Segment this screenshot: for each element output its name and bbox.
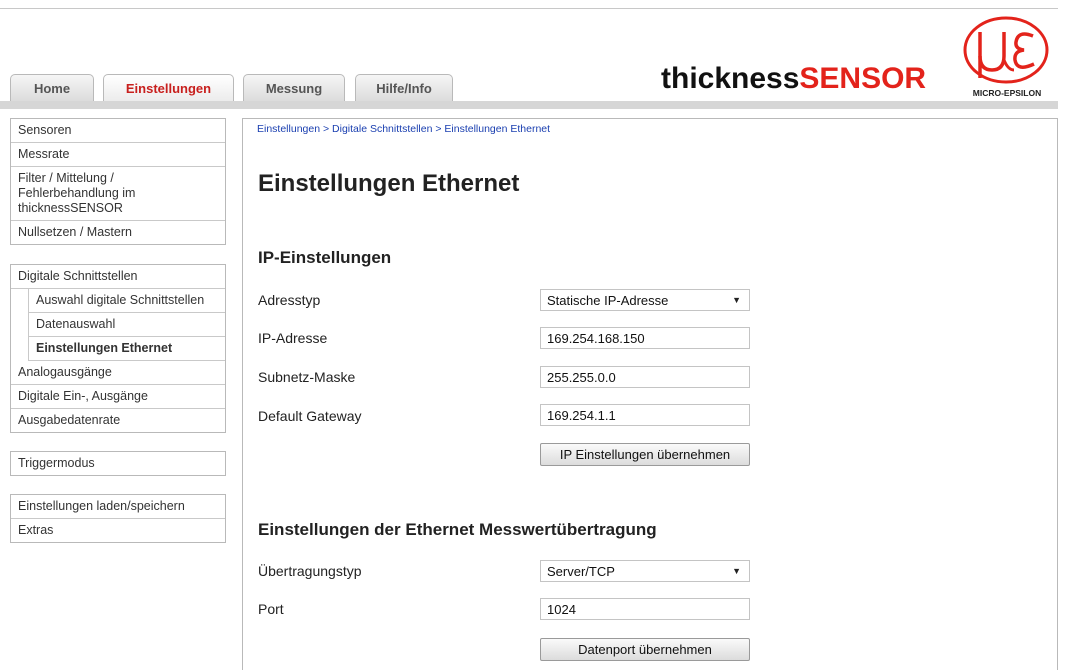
breadcrumb-separator: > [322,123,330,135]
tab-messung[interactable]: Messung [243,74,345,101]
content-panel: Einstellungen > Digitale Schnittstellen … [242,118,1058,670]
sidebar-item-triggermodus[interactable]: Triggermodus [11,452,225,475]
transfer-section-title: Einstellungen der Ethernet Messwertübert… [258,520,657,539]
default-gateway-label: Default Gateway [258,408,362,424]
breadcrumb-separator: > [435,123,442,135]
transfer-type-value: Server/TCP [547,563,615,579]
sidebar-item-messrate[interactable]: Messrate [11,143,225,167]
sidebar-item-extras[interactable]: Extras [11,519,225,542]
dropdown-arrow-icon: ▼ [732,295,741,305]
page-title: Einstellungen Ethernet [258,170,520,197]
nav-group-basic: Sensoren Messrate Filter / Mittelung / F… [10,118,226,245]
adresstyp-value: Statische IP-Adresse [547,292,669,308]
sidebar-nav: Sensoren Messrate Filter / Mittelung / F… [10,118,226,552]
port-input[interactable]: 1024 [540,598,750,620]
breadcrumb: Einstellungen > Digitale Schnittstellen … [257,123,550,135]
transfer-type-select[interactable]: Server/TCP ▼ [540,560,750,582]
tab-baseline [0,101,1058,109]
dropdown-arrow-icon: ▼ [732,566,741,576]
breadcrumb-digitale-schnittstellen[interactable]: Digitale Schnittstellen [332,123,432,135]
port-label: Port [258,601,284,617]
sidebar-item-filter[interactable]: Filter / Mittelung / Fehlerbehandlung im… [11,167,225,221]
sidebar-item-nullsetzen[interactable]: Nullsetzen / Mastern [11,221,225,244]
breadcrumb-einstellungen[interactable]: Einstellungen [257,123,320,135]
adresstyp-select[interactable]: Statische IP-Adresse ▼ [540,289,750,311]
nav-group-trigger: Triggermodus [10,451,226,476]
subnet-mask-input[interactable]: 255.255.0.0 [540,366,750,388]
header-divider [0,8,1058,9]
nav-group-extras: Einstellungen laden/speichern Extras [10,494,226,543]
transfer-type-label: Übertragungstyp [258,563,362,579]
sidebar-item-sensoren[interactable]: Sensoren [11,119,225,143]
product-title: thicknessSENSOR [661,62,927,95]
breadcrumb-ethernet[interactable]: Einstellungen Ethernet [444,123,550,135]
sidebar-item-datenauswahl[interactable]: Datenauswahl [28,313,225,337]
micro-epsilon-logo [963,16,1049,84]
sidebar-item-ausgabedatenrate[interactable]: Ausgabedatenrate [11,409,225,432]
tab-home[interactable]: Home [10,74,94,101]
logo-wordmark: MICRO-EPSILON [972,88,1042,98]
nav-group-interfaces: Digitale Schnittstellen Auswahl digitale… [10,264,226,433]
default-gateway-input[interactable]: 169.254.1.1 [540,404,750,426]
ip-address-label: IP-Adresse [258,330,328,346]
sidebar-item-analogausgaenge[interactable]: Analogausgänge [11,361,225,385]
sidebar-item-ethernet[interactable]: Einstellungen Ethernet [28,337,225,361]
tab-einstellungen[interactable]: Einstellungen [103,74,234,101]
sidebar-item-laden-speichern[interactable]: Einstellungen laden/speichern [11,495,225,519]
sidebar-item-auswahl[interactable]: Auswahl digitale Schnittstellen [28,289,225,313]
subnet-mask-label: Subnetz-Maske [258,369,356,385]
adresstyp-label: Adresstyp [258,292,321,308]
sidebar-item-digitale-schnittstellen[interactable]: Digitale Schnittstellen [11,265,225,289]
apply-data-port-button[interactable]: Datenport übernehmen [540,638,750,661]
sidebar-item-digitale-ein-ausgaenge[interactable]: Digitale Ein-, Ausgänge [11,385,225,409]
ip-address-input[interactable]: 169.254.168.150 [540,327,750,349]
tab-hilfe-info[interactable]: Hilfe/Info [355,74,453,101]
apply-ip-settings-button[interactable]: IP Einstellungen übernehmen [540,443,750,466]
ip-section-title: IP-Einstellungen [258,248,392,267]
